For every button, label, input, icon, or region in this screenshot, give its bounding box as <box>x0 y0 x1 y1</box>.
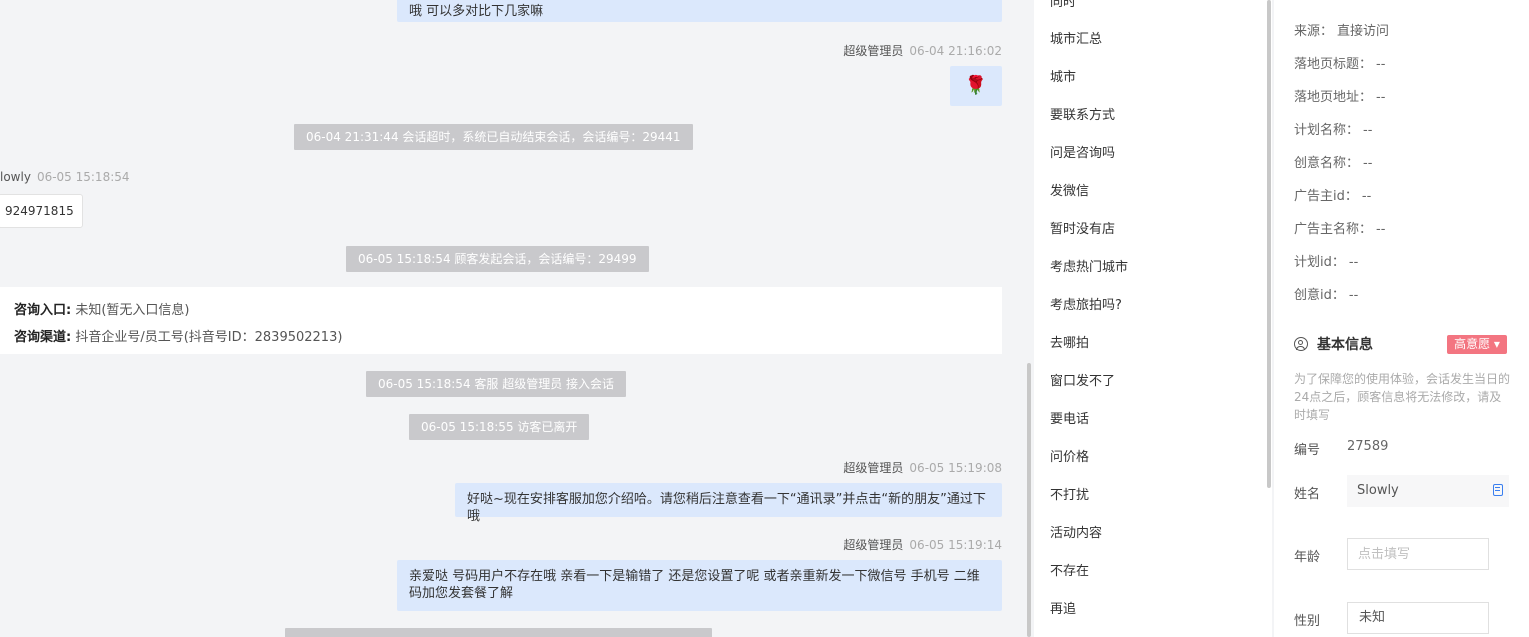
source-row: 来源： 直接访问 <box>1294 24 1390 39</box>
phrase-item[interactable]: 考虑旅拍吗? <box>1050 294 1122 313</box>
gender-label: 性别 <box>1294 614 1321 629</box>
phrase-item[interactable]: 考虑热门城市 <box>1050 256 1128 275</box>
message-meta: 超级管理员 06-04 21:16:02 <box>843 42 1002 59</box>
message-text: 亲爱哒 号码用户不存在哦 亲看一下是输错了 还是您设置了呢 或者亲重新发一下微信… <box>409 569 980 601</box>
message-bubble: 哦 可以多对比下几家嘛 <box>397 0 1002 22</box>
consult-info-card: 咨询入口: 未知(暂无入口信息) 咨询渠道: 抖音企业号/员工号(抖音号ID：2… <box>0 287 1002 354</box>
system-notice-partial <box>285 628 712 637</box>
name-label: 姓名 <box>1294 487 1321 502</box>
name-value: Slowly <box>1357 483 1399 498</box>
landing-title-row: 落地页标题： -- <box>1294 57 1386 72</box>
quick-phrases-panel: 同时 城市汇总 城市 要联系方式 问是咨询吗 发微信 暂时没有店 考虑热门城市 … <box>1034 0 1272 637</box>
creative-id-row: 创意id： -- <box>1294 288 1359 303</box>
edit-notice: 为了保障您的使用体验，会话发生当日的24点之后，顾客信息将无法修改，请及时填写 <box>1294 372 1511 422</box>
message-time: 06-05 15:19:08 <box>909 461 1002 475</box>
phrase-item[interactable]: 不存在 <box>1050 560 1089 579</box>
message-text: 好哒~现在安排客服加您介绍哈。请您稍后注意查看一下“通讯录”并点击“新的朋友”通… <box>467 492 986 524</box>
consult-entry-value: 未知(暂无入口信息) <box>75 303 190 318</box>
message-text: 哦 可以多对比下几家嘛 <box>409 4 544 19</box>
gender-select[interactable]: 未知 <box>1347 602 1489 634</box>
creative-name-row: 创意名称： -- <box>1294 156 1373 171</box>
copy-icon[interactable] <box>1493 484 1503 496</box>
message-meta: 超级管理员 06-05 15:19:14 <box>843 536 1002 553</box>
consult-entry-label: 咨询入口: <box>14 303 72 318</box>
id-value: 27589 <box>1347 439 1389 454</box>
plan-id-row: 计划id： -- <box>1294 255 1359 270</box>
phrase-item[interactable]: 暂时没有店 <box>1050 218 1115 237</box>
phrase-item[interactable]: 窗口发不了 <box>1050 370 1115 389</box>
customer-details-panel: — ·· / ·· — 来源：直接访问 落地页标题：-- 落地页地址：-- 计划… <box>1274 0 1529 637</box>
consult-entry-row: 咨询入口: 未知(暂无入口信息) <box>14 297 988 324</box>
system-notice: 06-05 15:18:54 客服 超级管理员 接入会话 <box>366 371 627 397</box>
message-meta: lowly 06-05 15:18:54 <box>0 170 130 184</box>
phrase-item[interactable]: 问是咨询吗 <box>1050 142 1115 161</box>
message-meta: 超级管理员 06-05 15:19:08 <box>843 459 1002 476</box>
consult-channel-value: 抖音企业号/员工号(抖音号ID：2839502213) <box>75 330 343 345</box>
system-notice: 06-05 15:18:55 访客已离开 <box>409 414 590 440</box>
message-time: 06-04 21:16:02 <box>909 44 1002 58</box>
rose-emoji: 🌹 <box>964 75 988 96</box>
consult-channel-label: 咨询渠道: <box>14 330 72 345</box>
sender-name: lowly <box>0 170 31 184</box>
phrase-item[interactable]: 发微信 <box>1050 180 1089 199</box>
name-field[interactable]: Slowly <box>1347 475 1509 507</box>
message-text: 924971815 <box>5 204 74 218</box>
message-bubble: 亲爱哒 号码用户不存在哦 亲看一下是输错了 还是您设置了呢 或者亲重新发一下微信… <box>397 560 1002 611</box>
phrase-item[interactable]: 问价格 <box>1050 446 1089 465</box>
phrase-item[interactable]: 要联系方式 <box>1050 104 1115 123</box>
id-label: 编号 <box>1294 443 1321 458</box>
age-input[interactable] <box>1347 538 1489 570</box>
sender-name: 超级管理员 <box>843 44 904 58</box>
age-label: 年龄 <box>1294 550 1321 565</box>
phrases-scrollbar[interactable] <box>1267 0 1271 488</box>
phrase-item[interactable]: 同时 <box>1050 0 1076 10</box>
intent-level-dropdown[interactable]: 高意愿 ▾ <box>1447 335 1507 354</box>
phrase-item[interactable]: 去哪拍 <box>1050 332 1089 351</box>
phrase-item[interactable]: 活动内容 <box>1050 522 1102 541</box>
sender-name: 超级管理员 <box>843 461 904 475</box>
plan-name-row: 计划名称： -- <box>1294 123 1373 138</box>
message-time: 06-05 15:19:14 <box>909 538 1002 552</box>
source-row: — ·· / ·· — <box>1294 0 1357 1</box>
basic-info-title: 基本信息 <box>1317 337 1373 353</box>
advertiser-id-row: 广告主id： -- <box>1294 189 1372 204</box>
phrase-item[interactable]: 不打扰 <box>1050 484 1089 503</box>
chat-scrollbar[interactable] <box>1027 363 1031 637</box>
phrase-item[interactable]: 要电话 <box>1050 408 1089 427</box>
user-circle-icon <box>1294 337 1308 351</box>
advertiser-name-row: 广告主名称： -- <box>1294 222 1386 237</box>
phrase-item[interactable]: 城市 <box>1050 66 1076 85</box>
chat-panel: 哦 可以多对比下几家嘛 超级管理员 06-04 21:16:02 🌹 06-04 … <box>0 0 1034 637</box>
system-notice: 06-04 21:31:44 会话超时，系统已自动结束会话，会话编号：29441 <box>294 124 693 150</box>
source-value: 直接访问 <box>1337 24 1390 39</box>
emoji-bubble: 🌹 <box>950 66 1002 106</box>
consult-channel-row: 咨询渠道: 抖音企业号/员工号(抖音号ID：2839502213) <box>14 324 988 351</box>
phrase-item[interactable]: 再追 <box>1050 598 1076 617</box>
system-notice: 06-05 15:18:54 顾客发起会话，会话编号：29499 <box>346 246 649 272</box>
message-time: 06-05 15:18:54 <box>36 170 130 184</box>
visitor-bubble: 924971815 <box>0 194 83 228</box>
message-bubble: 好哒~现在安排客服加您介绍哈。请您稍后注意查看一下“通讯录”并点击“新的朋友”通… <box>455 483 1002 524</box>
phrase-item[interactable]: 城市汇总 <box>1050 28 1102 47</box>
sender-name: 超级管理员 <box>843 538 904 552</box>
basic-info-heading: 基本信息 <box>1294 334 1373 354</box>
landing-url-row: 落地页地址： -- <box>1294 90 1386 105</box>
